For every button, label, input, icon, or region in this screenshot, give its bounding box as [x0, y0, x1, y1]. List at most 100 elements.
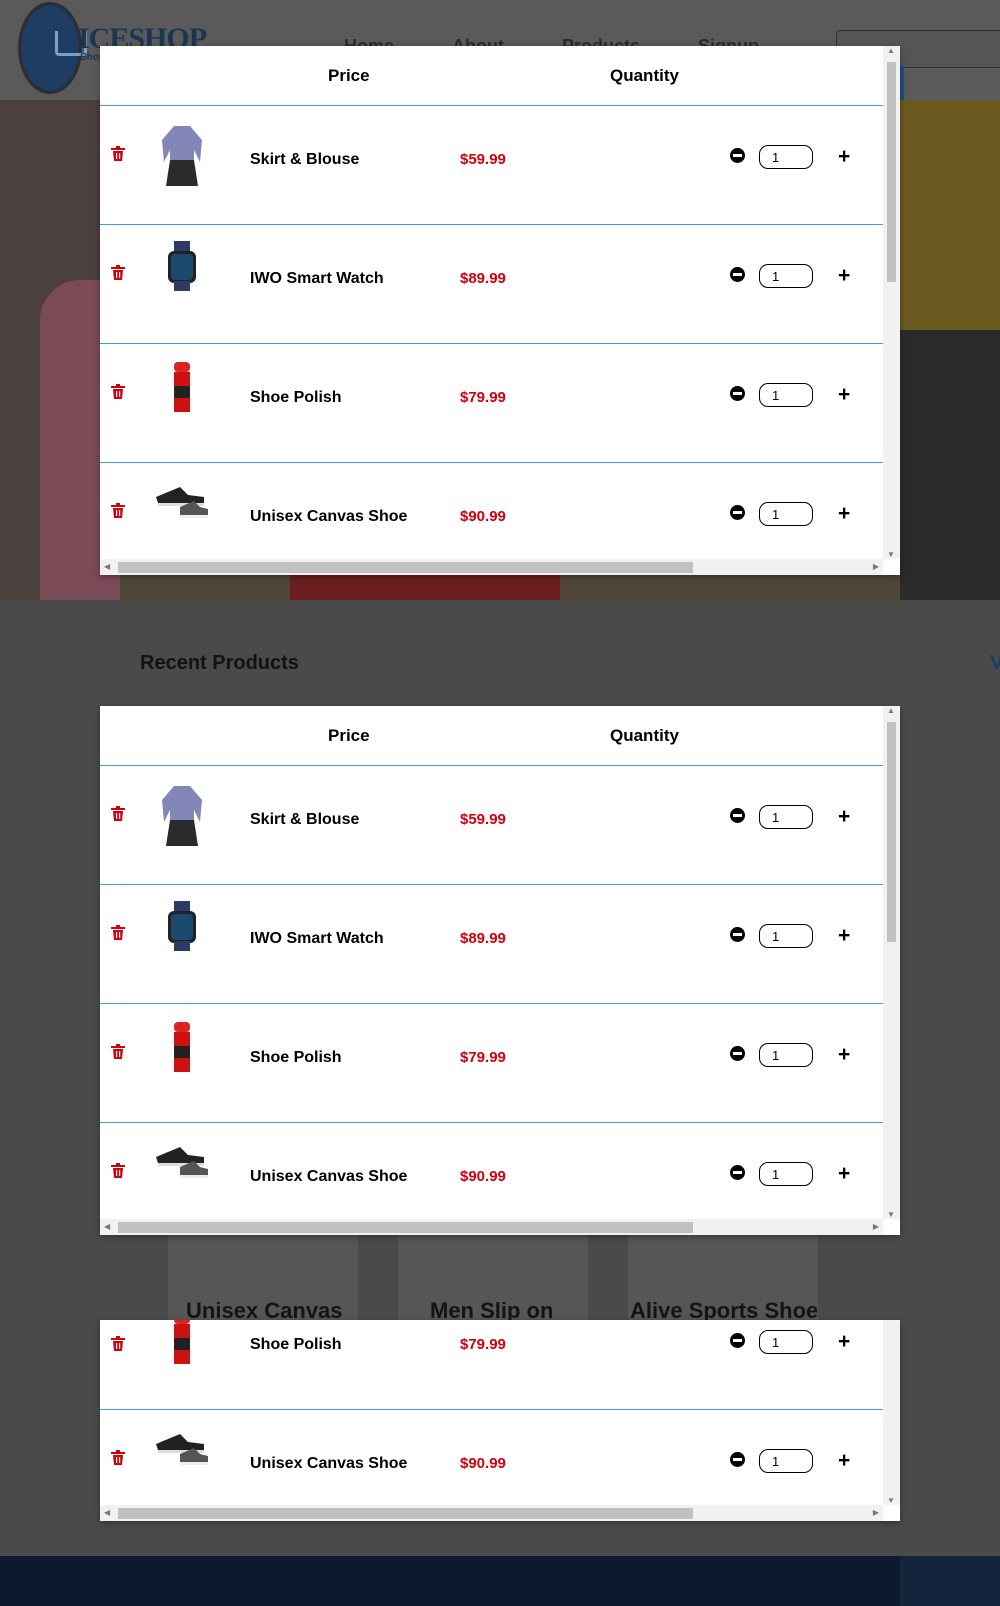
item-price: $79.99 [460, 1049, 506, 1066]
quantity-input[interactable] [759, 383, 813, 407]
quantity-input[interactable] [759, 805, 813, 829]
quantity-input[interactable] [759, 264, 813, 288]
minus-icon[interactable] [730, 1333, 745, 1348]
item-name: Unisex Canvas Shoe [250, 1168, 408, 1185]
quantity-header: Quantity [610, 726, 679, 745]
canvas-shoe-image [156, 1147, 208, 1178]
scroll-down-icon[interactable]: ▼ [887, 550, 895, 559]
trash-icon[interactable] [111, 1044, 125, 1059]
minus-icon[interactable] [730, 386, 745, 401]
quantity-input[interactable] [759, 1043, 813, 1067]
recent-products-title: Recent Products [140, 652, 299, 674]
scroll-right-icon[interactable]: ▶ [873, 1222, 879, 1231]
site-footer [0, 1556, 1000, 1606]
shoe-polish-image [174, 1320, 190, 1364]
trash-icon[interactable] [111, 1450, 125, 1465]
cart-header: Price Quantity [100, 706, 900, 766]
quantity-input[interactable] [759, 1449, 813, 1473]
trash-icon[interactable] [111, 1163, 125, 1178]
trash-icon[interactable] [111, 265, 125, 280]
view-all-link[interactable]: V [990, 652, 1000, 675]
logo-icon[interactable] [18, 2, 87, 94]
vertical-scrollbar[interactable]: ▼ [883, 1320, 900, 1505]
cart-row: IWO Smart Watch $89.99 + [100, 225, 900, 344]
cart-row: Shoe Polish $79.99 + [100, 1004, 900, 1123]
scroll-down-icon[interactable]: ▼ [887, 1496, 895, 1505]
item-price: $90.99 [460, 508, 506, 525]
cart-row: Skirt & Blouse $59.99 + [100, 106, 900, 225]
cart-panel: Price Quantity Skirt & Blouse $59.99 + I… [100, 46, 900, 575]
trash-icon[interactable] [111, 1336, 125, 1351]
minus-icon[interactable] [730, 148, 745, 163]
quantity-input[interactable] [759, 924, 813, 948]
item-name: IWO Smart Watch [250, 930, 384, 947]
item-price: $79.99 [460, 389, 506, 406]
canvas-shoe-image [156, 487, 208, 518]
item-price: $79.99 [460, 1336, 506, 1353]
item-name: Unisex Canvas Shoe [250, 508, 408, 525]
plus-icon[interactable]: + [838, 265, 850, 286]
price-header: Price [328, 726, 370, 745]
scroll-left-icon[interactable]: ◀ [104, 1222, 110, 1231]
plus-icon[interactable]: + [838, 503, 850, 524]
plus-icon[interactable]: + [838, 1450, 850, 1471]
vertical-scrollbar[interactable]: ▲ ▼ [883, 706, 900, 1219]
minus-icon[interactable] [730, 808, 745, 823]
skirt-blouse-image [162, 786, 202, 846]
scroll-right-icon[interactable]: ▶ [873, 1508, 879, 1517]
minus-icon[interactable] [730, 1046, 745, 1061]
cart-panel: Shoe Polish $79.99 + Unisex Canvas Shoe … [100, 1320, 900, 1521]
minus-icon[interactable] [730, 927, 745, 942]
canvas-shoe-image [156, 1434, 208, 1465]
quantity-input[interactable] [759, 1162, 813, 1186]
cart-row: Skirt & Blouse $59.99 + [100, 766, 900, 885]
minus-icon[interactable] [730, 505, 745, 520]
item-price: $89.99 [460, 930, 506, 947]
item-name: Shoe Polish [250, 389, 342, 406]
cart-panel: Price Quantity Skirt & Blouse $59.99 + I… [100, 706, 900, 1235]
cart-row: Shoe Polish $79.99 + [100, 1320, 900, 1410]
item-name: Skirt & Blouse [250, 811, 360, 828]
smart-watch-image [168, 241, 196, 291]
trash-icon[interactable] [111, 384, 125, 399]
minus-icon[interactable] [730, 267, 745, 282]
item-price: $90.99 [460, 1168, 506, 1185]
plus-icon[interactable]: + [838, 1331, 850, 1352]
item-price: $59.99 [460, 151, 506, 168]
item-name: Unisex Canvas Shoe [250, 1455, 408, 1472]
horizontal-scrollbar[interactable]: ◀ ▶ [100, 1219, 883, 1235]
shoe-polish-image [174, 1022, 190, 1072]
item-name: IWO Smart Watch [250, 270, 384, 287]
item-name: Skirt & Blouse [250, 151, 360, 168]
horizontal-scrollbar[interactable]: ◀ ▶ [100, 559, 883, 575]
plus-icon[interactable]: + [838, 146, 850, 167]
trash-icon[interactable] [111, 806, 125, 821]
scroll-up-icon[interactable]: ▲ [887, 706, 895, 715]
item-price: $90.99 [460, 1455, 506, 1472]
minus-icon[interactable] [730, 1452, 745, 1467]
plus-icon[interactable]: + [838, 384, 850, 405]
quantity-input[interactable] [759, 145, 813, 169]
scroll-left-icon[interactable]: ◀ [104, 1508, 110, 1517]
trash-icon[interactable] [111, 925, 125, 940]
plus-icon[interactable]: + [838, 1044, 850, 1065]
trash-icon[interactable] [111, 503, 125, 518]
horizontal-scrollbar[interactable]: ◀ ▶ [100, 1505, 883, 1521]
cart-row: IWO Smart Watch $89.99 + [100, 885, 900, 1004]
item-name: Shoe Polish [250, 1049, 342, 1066]
plus-icon[interactable]: + [838, 806, 850, 827]
minus-icon[interactable] [730, 1165, 745, 1180]
scroll-down-icon[interactable]: ▼ [887, 1210, 895, 1219]
plus-icon[interactable]: + [838, 925, 850, 946]
vertical-scrollbar[interactable]: ▲ ▼ [883, 46, 900, 559]
quantity-header: Quantity [610, 66, 679, 85]
quantity-input[interactable] [759, 1330, 813, 1354]
scroll-left-icon[interactable]: ◀ [104, 562, 110, 571]
scroll-up-icon[interactable]: ▲ [887, 46, 895, 55]
quantity-input[interactable] [759, 502, 813, 526]
smart-watch-image [168, 901, 196, 951]
trash-icon[interactable] [111, 146, 125, 161]
scroll-right-icon[interactable]: ▶ [873, 562, 879, 571]
plus-icon[interactable]: + [838, 1163, 850, 1184]
shoe-polish-image [174, 362, 190, 412]
